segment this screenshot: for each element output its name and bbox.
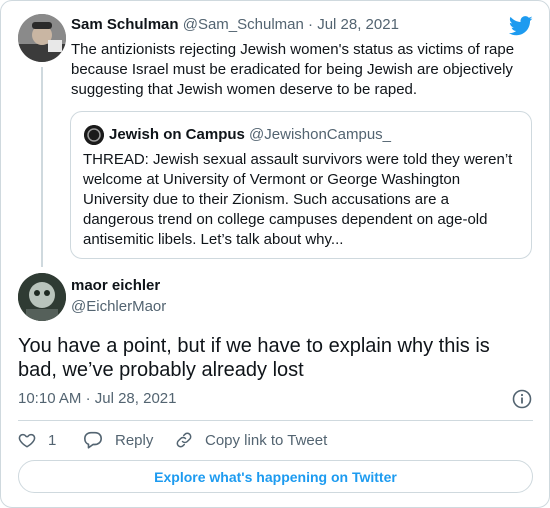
twitter-bird-icon[interactable] <box>508 15 533 37</box>
author-handle[interactable]: @Sam_Schulman <box>183 16 304 33</box>
like-count: 1 <box>48 431 57 449</box>
quoted-author-handle: @JewishonCampus_ <box>249 126 392 143</box>
maor-eichler-avatar[interactable] <box>18 273 66 321</box>
parent-tweet-header: Sam Schulman @Sam_Schulman · Jul 28, 202… <box>71 16 399 33</box>
separator-dot: · <box>308 16 314 33</box>
quoted-tweet-card[interactable]: Jewish on Campus @JewishonCampus_ THREAD… <box>70 111 532 259</box>
reply-tweet-text: You have a point, but if we have to expl… <box>18 335 490 381</box>
reply-button[interactable]: Reply <box>83 429 153 451</box>
heart-icon <box>18 433 36 448</box>
tweet-date: Jul 28, 2021 <box>94 390 177 407</box>
tweet-time: 10:10 AM <box>18 390 82 407</box>
explore-twitter-button[interactable]: Explore what's happening on Twitter <box>18 460 533 493</box>
info-icon[interactable] <box>512 389 532 409</box>
tweet-timestamp[interactable]: 10:10 AM · Jul 28, 2021 <box>18 390 176 407</box>
copy-link-label: Copy link to Tweet <box>205 431 328 449</box>
reply-author-name[interactable]: maor eichler <box>71 277 160 294</box>
sam-schulman-avatar[interactable] <box>18 14 66 62</box>
parent-tweet-text: The antizionists rejecting Jewish women'… <box>71 41 515 98</box>
tweet-embed-card: Sam Schulman @Sam_Schulman · Jul 28, 202… <box>0 0 550 508</box>
tweet-date[interactable]: Jul 28, 2021 <box>317 16 399 33</box>
author-name[interactable]: Sam Schulman <box>71 16 179 33</box>
reply-author-handle[interactable]: @EichlerMaor <box>71 298 166 315</box>
reply-label: Reply <box>115 431 154 449</box>
quoted-tweet-text: THREAD: Jewish sexual assault survivors … <box>83 151 513 248</box>
quoted-tweet-header: Jewish on Campus @JewishonCampus_ <box>109 126 391 143</box>
link-icon <box>176 432 192 448</box>
jewish-on-campus-avatar <box>84 125 104 145</box>
quoted-author-name: Jewish on Campus <box>109 126 245 143</box>
like-button[interactable]: 1 <box>18 429 56 451</box>
thread-connector-line <box>41 67 43 267</box>
separator-dot: · <box>85 390 91 407</box>
speech-bubble-icon <box>84 431 102 449</box>
divider <box>18 420 533 421</box>
copy-link-button[interactable]: Copy link to Tweet <box>175 429 327 451</box>
